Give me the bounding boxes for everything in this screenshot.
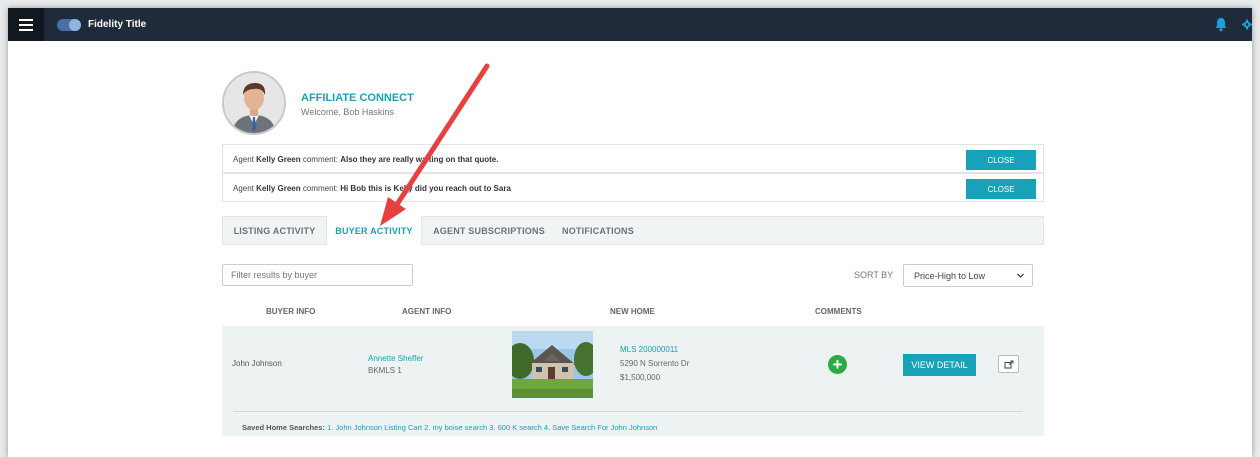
column-header-agent-info: AGENT INFO [402, 307, 452, 316]
bell-icon[interactable] [1214, 17, 1228, 32]
home-price: $1,500,000 [620, 373, 661, 382]
page-title: AFFILIATE CONNECT [301, 92, 414, 104]
brand-name: Fidelity Title [88, 19, 147, 30]
chevron-down-icon [1017, 273, 1024, 278]
share-button[interactable] [998, 355, 1019, 373]
column-header-new-home: NEW HOME [610, 307, 655, 316]
row-divider [233, 411, 1023, 412]
agent-mls-board: BKMLS 1 [368, 366, 402, 375]
notice-mid: comment: [302, 155, 338, 164]
tab-notifications[interactable]: NOTIFICATIONS [556, 217, 640, 245]
toggle-icon[interactable] [57, 19, 81, 31]
home-address: 5290 N Sorrento Dr [620, 359, 690, 368]
saved-search-link[interactable]: 4. Save Search For John Johnson [544, 423, 657, 432]
agent-comment-notice: Agent Kelly Green comment: Also they are… [222, 144, 1044, 173]
tab-listing-activity[interactable]: LISTING ACTIVITY [223, 217, 326, 245]
close-button[interactable]: CLOSE [966, 179, 1036, 199]
notice-prefix: Agent [233, 184, 254, 193]
saved-search-link[interactable]: 1. John Johnson Listing Cart [327, 423, 422, 432]
sort-selected-value: Price-High to Low [914, 270, 986, 281]
notice-agent: Kelly Green [256, 184, 301, 193]
plus-circle-icon[interactable]: + [828, 355, 847, 374]
mls-number-link[interactable]: MLS 200000011 [620, 345, 678, 354]
share-icon [1004, 360, 1013, 368]
notice-agent: Kelly Green [256, 155, 301, 164]
saved-searches-label: Saved Home Searches: [242, 423, 325, 432]
sort-select[interactable]: Price-High to Low [903, 264, 1033, 287]
app-window: Fidelity Title AFFILIATE CONNECT Welcome… [8, 8, 1252, 457]
menu-icon[interactable] [8, 8, 44, 41]
agent-name-link[interactable]: Annette Sheffer [368, 354, 423, 363]
column-header-comments: COMMENTS [815, 307, 862, 316]
buyer-filter-input[interactable] [222, 264, 413, 286]
notice-prefix: Agent [233, 155, 254, 164]
view-detail-button[interactable]: VIEW DETAIL [903, 354, 976, 376]
saved-search-link[interactable]: 2. my boise search [424, 423, 487, 432]
top-navbar: Fidelity Title [8, 8, 1252, 41]
notice-mid: comment: [302, 184, 338, 193]
notice-message: Also they are really waiting on that quo… [340, 155, 499, 164]
welcome-text: Welcome, Bob Haskins [301, 107, 394, 117]
column-header-buyer-info: BUYER INFO [266, 307, 316, 316]
sort-by-label: SORT BY [854, 270, 894, 280]
avatar [222, 71, 286, 135]
saved-home-searches: Saved Home Searches: 1. John Johnson Lis… [242, 423, 657, 432]
tab-agent-subscriptions[interactable]: AGENT SUBSCRIPTIONS [422, 217, 556, 245]
table-row: John Johnson Annette Sheffer BKMLS 1 MLS… [222, 326, 1044, 436]
activity-tabs: LISTING ACTIVITY BUYER ACTIVITY AGENT SU… [222, 216, 1044, 245]
buyer-name: John Johnson [232, 359, 282, 368]
home-photo[interactable] [512, 331, 593, 398]
notice-message: Hi Bob this is Kelly did you reach out t… [340, 184, 511, 193]
close-button[interactable]: CLOSE [966, 150, 1036, 170]
gear-icon[interactable] [1242, 17, 1252, 32]
tab-buyer-activity[interactable]: BUYER ACTIVITY [326, 216, 422, 245]
agent-comment-notice: Agent Kelly Green comment: Hi Bob this i… [222, 173, 1044, 202]
saved-search-link[interactable]: 3. 600 K search [489, 423, 542, 432]
